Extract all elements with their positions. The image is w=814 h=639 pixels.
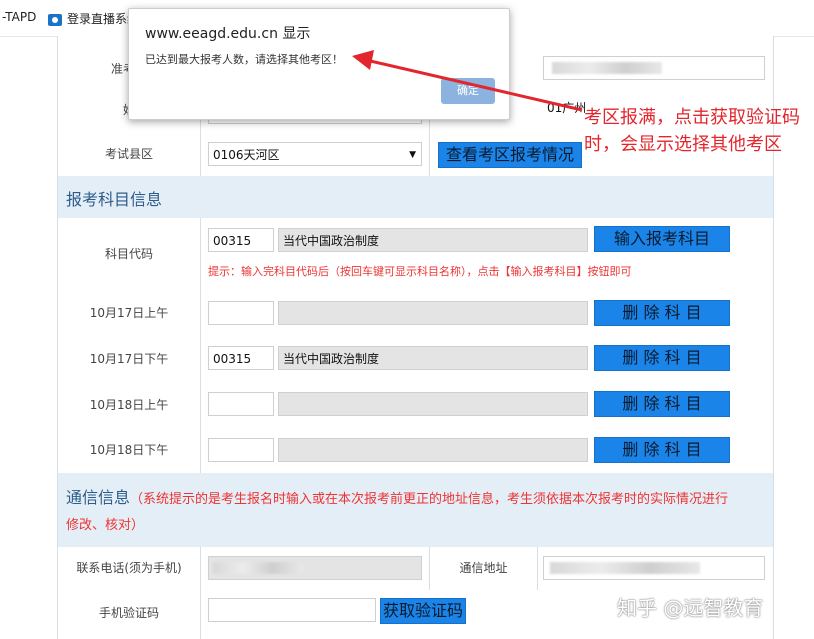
annotation-arrow bbox=[352, 50, 583, 112]
annotation-text: 考区报满，点击获取验证码时，会显示选择其他考区 bbox=[584, 107, 800, 155]
watermark: 知乎 @远智教育 bbox=[617, 596, 764, 620]
